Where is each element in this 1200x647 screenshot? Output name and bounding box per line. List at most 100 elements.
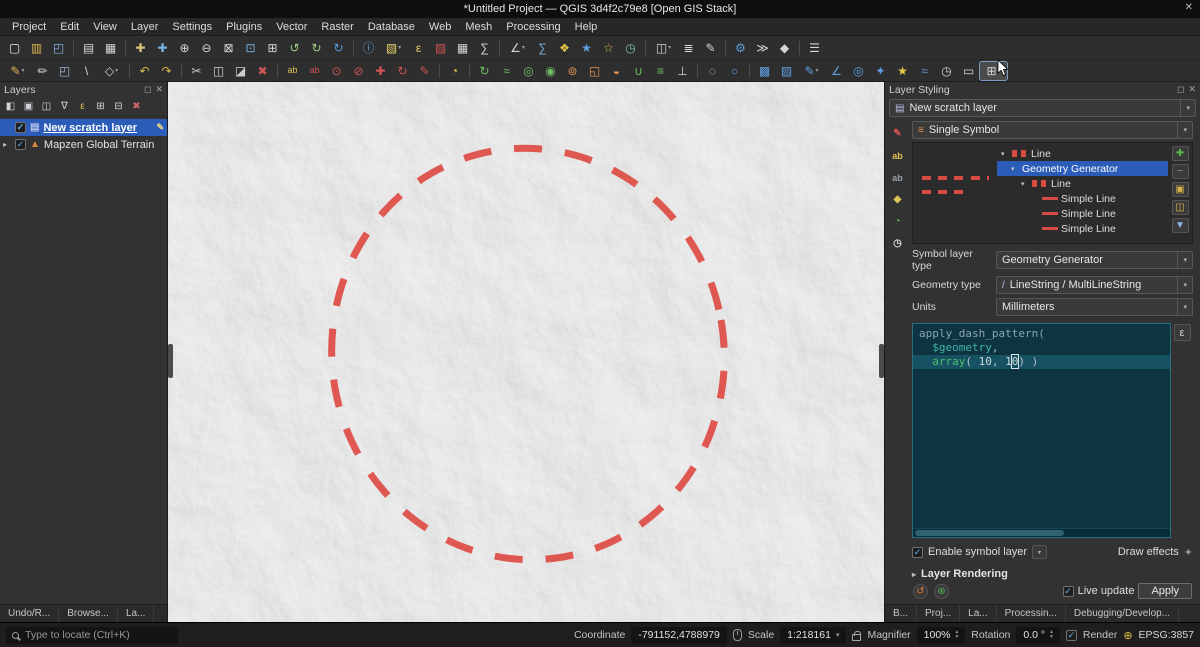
label-move-icon[interactable]: ✚ <box>370 62 391 80</box>
menu-help[interactable]: Help <box>568 20 605 34</box>
window-close-icon[interactable]: ✕ <box>1185 2 1193 13</box>
editor-horizontal-scrollbar[interactable] <box>913 528 1170 537</box>
favorites-icon[interactable]: ★ <box>892 62 913 80</box>
geometry-type-select[interactable]: /LineString / MultiLineString▾ <box>996 276 1193 294</box>
measure-angle-icon[interactable]: ∠ <box>826 62 847 80</box>
digitize-with-segment-icon[interactable]: \ <box>76 62 97 80</box>
select-by-expression-icon[interactable]: ε <box>408 39 429 57</box>
add-part-icon[interactable]: ◉ <box>540 62 561 80</box>
python-console-icon[interactable]: ≫ <box>752 39 773 57</box>
more-tools-icon[interactable]: ⊞▾ <box>980 62 1007 80</box>
extents-toggle-icon[interactable] <box>733 629 742 641</box>
lock-scale-icon[interactable] <box>852 634 861 641</box>
paste-features-icon[interactable]: ◪ <box>230 62 251 80</box>
move-down-button[interactable]: ▼ <box>1172 218 1189 233</box>
field-calculator-icon[interactable]: ∑ <box>474 39 495 57</box>
tab-la[interactable]: La... <box>118 605 154 622</box>
zoom-in-icon[interactable]: ⊕ <box>174 39 195 57</box>
spin-down-icon[interactable]: ▾ <box>1050 635 1053 640</box>
plugin-manager-icon[interactable]: ◆ <box>774 39 795 57</box>
tab-browse[interactable]: Browse... <box>59 605 118 622</box>
data-defined-override-icon[interactable]: ▾ <box>1032 545 1047 559</box>
remove-layer-icon[interactable]: ✖ <box>128 99 145 114</box>
layer-rendering-section[interactable]: ▸ Layer Rendering <box>912 568 1193 580</box>
spin-down-icon[interactable]: ▾ <box>956 635 959 640</box>
dock-close-icon[interactable]: ✕ <box>155 84 163 95</box>
symbol-tree-item[interactable]: Simple Line <box>997 221 1168 236</box>
statistical-summary-icon[interactable]: ∑ <box>532 39 553 57</box>
menu-web[interactable]: Web <box>422 20 458 34</box>
menu-database[interactable]: Database <box>361 20 422 34</box>
draw-effects-star-icon[interactable]: ✦ <box>1184 546 1193 559</box>
label-change-properties-icon[interactable]: ✎ <box>414 62 435 80</box>
label-show-hide-icon[interactable]: ⊘ <box>348 62 369 80</box>
symbology-tab[interactable]: ✎ <box>889 126 907 141</box>
temporal-controller-icon[interactable]: ◷ <box>620 39 641 57</box>
layout-manager-icon[interactable]: ▦ <box>100 39 121 57</box>
menu-plugins[interactable]: Plugins <box>219 20 269 34</box>
symbol-layer-type-select[interactable]: Geometry Generator▾ <box>996 251 1193 269</box>
lock-color-button[interactable]: ▣ <box>1172 182 1189 197</box>
symbol-mode-select[interactable]: ≡ Single Symbol ▾ <box>912 121 1193 139</box>
expression-builder-button[interactable]: ε <box>1174 324 1191 341</box>
menu-edit[interactable]: Edit <box>53 20 86 34</box>
render-checkbox[interactable] <box>1066 630 1077 641</box>
tab-la[interactable]: La... <box>960 605 996 622</box>
style-manager-icon[interactable]: ✎ <box>700 39 721 57</box>
merge-features-icon[interactable]: ◒ <box>606 62 627 80</box>
dock-float-icon[interactable]: ◻ <box>144 84 151 95</box>
select-within-distance-icon[interactable]: ▨ <box>776 62 797 80</box>
zoom-last-icon[interactable]: ↺ <box>284 39 305 57</box>
tab-proj[interactable]: Proj... <box>917 605 960 622</box>
expander-icon[interactable]: ▸ <box>3 140 11 149</box>
layer-visibility-checkbox[interactable] <box>15 122 26 133</box>
new-bookmark-icon[interactable]: ★ <box>576 39 597 57</box>
deselect-features-icon[interactable]: ▨ <box>430 39 451 57</box>
expression-editor[interactable]: apply_dash_pattern( $geometry, array( 10… <box>912 323 1171 538</box>
pan-map-icon[interactable]: ✚ <box>130 39 151 57</box>
current-edits-icon[interactable]: ✎▾ <box>4 62 31 80</box>
manage-map-themes-icon[interactable]: ◫ <box>38 99 55 114</box>
rotate-feature-icon[interactable]: ↻ <box>474 62 495 80</box>
offset-curve-icon[interactable]: ≡ <box>650 62 671 80</box>
processing-toolbox-icon[interactable]: ⚙ <box>730 39 751 57</box>
live-update-checkbox[interactable] <box>1063 586 1074 597</box>
add-layout-icon[interactable]: ▭ <box>958 62 979 80</box>
tab-undo-r[interactable]: Undo/R... <box>0 605 59 622</box>
select-features-icon[interactable]: ▧▾ <box>380 39 407 57</box>
panel-splitter-handle[interactable] <box>879 344 884 378</box>
menu-vector[interactable]: Vector <box>269 20 314 34</box>
open-attribute-table-icon[interactable]: ▦ <box>452 39 473 57</box>
add-symbol-layer-button[interactable]: ✚ <box>1172 146 1189 161</box>
trim-extend-icon[interactable]: ⊥ <box>672 62 693 80</box>
copy-features-icon[interactable]: ◫ <box>208 62 229 80</box>
remove-symbol-layer-button[interactable]: − <box>1172 164 1189 179</box>
identify-features-icon[interactable]: ⓘ <box>358 39 379 57</box>
new-print-layout-icon[interactable]: ▤ <box>78 39 99 57</box>
profile-tool-icon[interactable]: ≈ <box>914 62 935 80</box>
simplify-feature-icon[interactable]: ≈ <box>496 62 517 80</box>
pan-to-selection-icon[interactable]: ✚ <box>152 39 173 57</box>
new-project-icon[interactable]: ▢ <box>4 39 25 57</box>
measure-line-icon[interactable]: ∠▾ <box>504 39 531 57</box>
3d-view-tab[interactable]: ◆ <box>889 192 907 207</box>
tab-processin[interactable]: Processin... <box>997 605 1066 622</box>
dock-close-icon[interactable]: ✕ <box>1188 84 1196 95</box>
map-canvas[interactable] <box>168 82 884 622</box>
select-by-location-icon[interactable]: ▩ <box>754 62 775 80</box>
menu-project[interactable]: Project <box>5 20 53 34</box>
zoom-to-layer-icon[interactable]: ⊞ <box>262 39 283 57</box>
new-map-view-icon[interactable]: ◫▾ <box>650 39 677 57</box>
expander-icon[interactable]: ▾ <box>1021 180 1029 188</box>
save-layer-edits-icon[interactable]: ◰ <box>54 62 75 80</box>
show-bookmarks-icon[interactable]: ☆ <box>598 39 619 57</box>
history-tab[interactable]: ◷ <box>889 236 907 251</box>
zoom-out-icon[interactable]: ⊖ <box>196 39 217 57</box>
fill-ring-icon[interactable]: ⊚ <box>562 62 583 80</box>
cut-features-icon[interactable]: ✂ <box>186 62 207 80</box>
units-select[interactable]: Millimeters▾ <box>996 298 1193 316</box>
symbol-tree-item[interactable]: Simple Line <box>997 191 1168 206</box>
reshape-features-icon[interactable]: ∪ <box>628 62 649 80</box>
expander-icon[interactable]: ▾ <box>1001 150 1009 158</box>
labeling-options-icon[interactable]: ab <box>282 62 303 80</box>
